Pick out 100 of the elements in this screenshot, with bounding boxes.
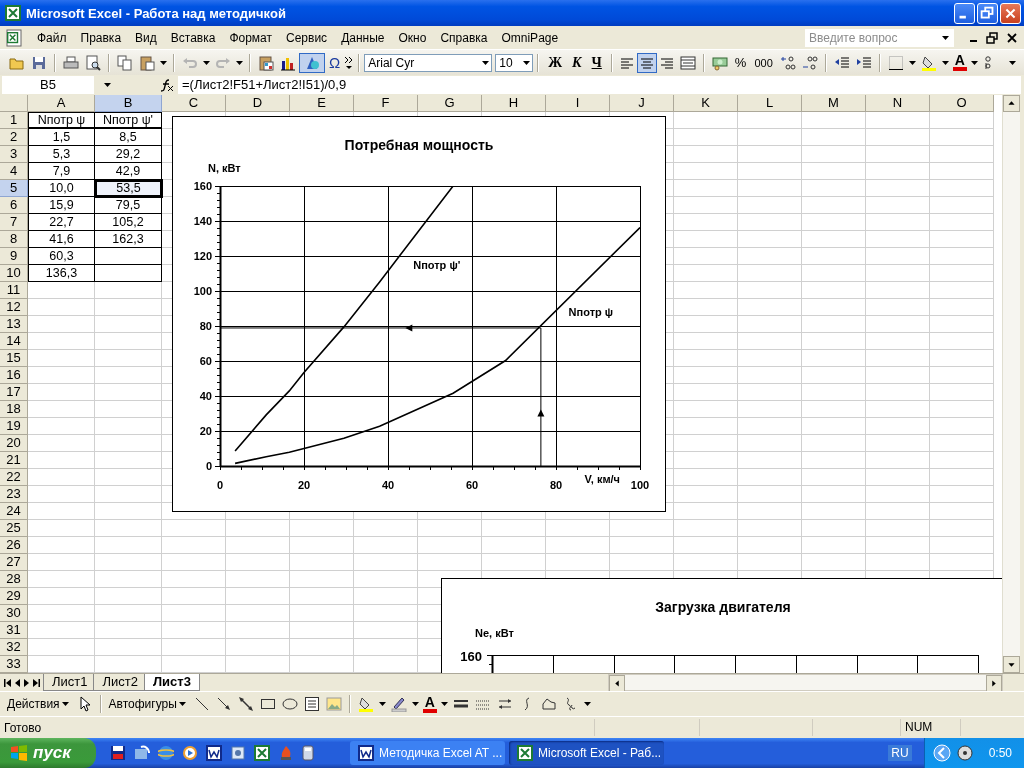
help-field[interactable]: Введите вопрос: [805, 28, 937, 47]
menu-item[interactable]: Вставка: [163, 30, 223, 45]
caret-icon[interactable]: [178, 702, 186, 706]
row-header[interactable]: 15: [0, 350, 28, 367]
caret-icon[interactable]: [942, 35, 949, 40]
text-box-icon[interactable]: [303, 696, 320, 712]
restore-icon[interactable]: [986, 31, 998, 44]
previous-sheet-icon[interactable]: [15, 678, 20, 687]
italic-button[interactable]: К: [567, 54, 587, 71]
row-header[interactable]: 3: [0, 146, 28, 163]
oval-icon[interactable]: [281, 696, 298, 712]
chart-area[interactable]: Потребная мощность N, кВт 0 20 40 60 80 100 120 140 160 Nпотр ψ' Nпотр ψ 0 20 40 60 80 V, км/ч 100: [172, 116, 666, 512]
column-header[interactable]: M: [802, 95, 866, 112]
print-preview-icon[interactable]: [85, 54, 101, 71]
caret-icon[interactable]: [160, 60, 167, 65]
row-header[interactable]: 4: [0, 163, 28, 180]
media-player-icon[interactable]: [182, 745, 198, 761]
row-header[interactable]: 28: [0, 571, 28, 588]
caret-icon[interactable]: [411, 702, 419, 706]
name-box[interactable]: B5: [2, 76, 94, 94]
row-header[interactable]: 19: [0, 418, 28, 435]
thousands-button[interactable]: 000: [750, 56, 777, 69]
row-header[interactable]: 32: [0, 639, 28, 656]
decrease-decimal-icon[interactable]: [801, 54, 818, 71]
row-header[interactable]: 16: [0, 367, 28, 384]
caret-icon[interactable]: [104, 83, 111, 87]
caret-icon[interactable]: [378, 702, 386, 706]
caret-icon[interactable]: [1009, 60, 1016, 65]
close-icon[interactable]: [1006, 31, 1018, 44]
line-color-icon[interactable]: [390, 696, 407, 712]
row-header[interactable]: 2: [0, 129, 28, 146]
row-header[interactable]: 14: [0, 333, 28, 350]
drawing-button[interactable]: [299, 52, 325, 73]
row-header[interactable]: 25: [0, 520, 28, 537]
caret-icon[interactable]: [523, 60, 531, 65]
row-header[interactable]: 6: [0, 197, 28, 214]
row-header[interactable]: 26: [0, 537, 28, 554]
column-header[interactable]: A: [28, 95, 95, 112]
menu-item[interactable]: Вид: [128, 30, 164, 45]
font-size-field[interactable]: 10: [495, 53, 534, 72]
first-sheet-icon[interactable]: [4, 678, 11, 687]
underline-button[interactable]: Ч: [586, 54, 607, 71]
menu-item[interactable]: Данные: [334, 30, 392, 45]
merge-cells-icon[interactable]: [679, 54, 696, 71]
actions-menu[interactable]: Действия: [4, 697, 74, 711]
row-header[interactable]: 21: [0, 452, 28, 469]
floppy-icon[interactable]: [110, 745, 126, 761]
row-header[interactable]: 1: [0, 112, 28, 129]
double-arrow-icon[interactable]: [237, 696, 254, 712]
vertical-scrollbar[interactable]: [1002, 95, 1020, 673]
row-header[interactable]: 31: [0, 622, 28, 639]
column-header[interactable]: D: [226, 95, 290, 112]
column-header[interactable]: H: [482, 95, 546, 112]
decrease-indent-icon[interactable]: [833, 54, 850, 71]
printer-icon[interactable]: [63, 54, 79, 71]
caret-icon[interactable]: [61, 702, 69, 706]
caret-icon[interactable]: [482, 60, 490, 65]
freeform-icon[interactable]: [541, 696, 557, 712]
row-header[interactable]: 13: [0, 316, 28, 333]
last-sheet-icon[interactable]: [33, 678, 40, 687]
row-header[interactable]: 18: [0, 401, 28, 418]
column-header[interactable]: B: [95, 95, 162, 112]
row-header[interactable]: 12: [0, 299, 28, 316]
increase-indent-icon[interactable]: [855, 54, 872, 71]
menu-item[interactable]: Справка: [433, 30, 495, 45]
bold-button[interactable]: Ж: [543, 54, 568, 71]
row-header[interactable]: 10: [0, 265, 28, 282]
row-header[interactable]: 17: [0, 384, 28, 401]
column-header[interactable]: I: [546, 95, 610, 112]
copy-icon[interactable]: [117, 54, 133, 71]
language-indicator[interactable]: RU: [888, 745, 912, 761]
column-header[interactable]: K: [674, 95, 738, 112]
caret-icon[interactable]: [970, 60, 978, 65]
taskbar-button[interactable]: Microsoft Excel - Раб...: [509, 741, 664, 765]
next-sheet-icon[interactable]: [24, 678, 29, 687]
column-header[interactable]: C: [162, 95, 226, 112]
caret-icon[interactable]: [441, 702, 448, 706]
folder-sync-icon[interactable]: [134, 745, 150, 761]
taskbar-button[interactable]: Методичка Excel AT ...: [350, 741, 505, 765]
caret-icon[interactable]: [584, 702, 591, 706]
row-header[interactable]: 7: [0, 214, 28, 231]
menu-item[interactable]: Окно: [391, 30, 434, 45]
caret-icon[interactable]: [203, 60, 210, 65]
function-icon[interactable]: [160, 78, 174, 92]
column-header[interactable]: O: [930, 95, 994, 112]
caret-icon[interactable]: [236, 60, 243, 65]
column-header[interactable]: E: [290, 95, 354, 112]
row-header[interactable]: 33: [0, 656, 28, 673]
toolbar-options-icon[interactable]: [344, 55, 355, 70]
formula-field[interactable]: =(Лист2!F51+Лист2!I51)/0,9: [178, 76, 1021, 94]
row-header[interactable]: 27: [0, 554, 28, 571]
column-header[interactable]: J: [610, 95, 674, 112]
symbol-button[interactable]: Ω: [325, 54, 345, 71]
spreadsheet-icon[interactable]: [254, 745, 270, 761]
font-name-field[interactable]: Arial Cyr: [364, 53, 493, 72]
line-icon[interactable]: [193, 696, 210, 712]
row-header[interactable]: 29: [0, 588, 28, 605]
menu-item[interactable]: OmniPage: [494, 30, 566, 45]
column-header[interactable]: L: [738, 95, 802, 112]
disc-icon[interactable]: [956, 745, 973, 761]
